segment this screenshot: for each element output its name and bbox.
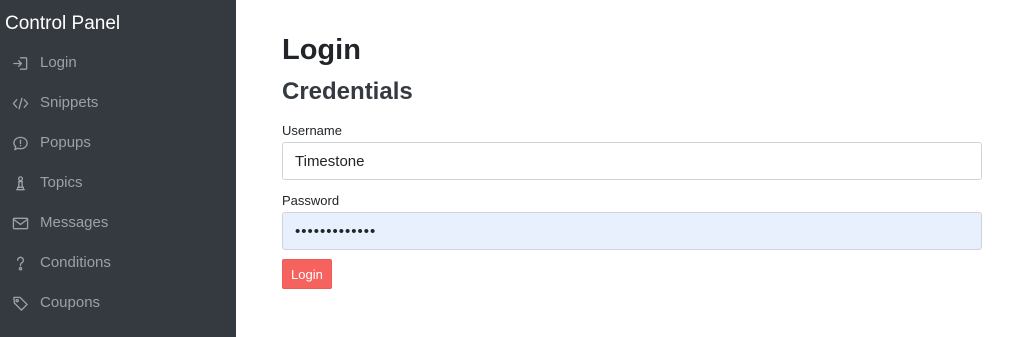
- code-icon: [11, 94, 29, 112]
- section-title: Credentials: [282, 78, 413, 105]
- page-title: Login: [282, 34, 361, 66]
- main-content: Login Credentials Username Password Logi…: [236, 0, 1012, 337]
- sidebar: Control Panel Login Snippets Popups Topi…: [0, 0, 236, 337]
- password-group: Password: [282, 193, 982, 250]
- login-button[interactable]: Login: [282, 259, 332, 289]
- login-form: Username Password Login: [282, 123, 982, 289]
- sidebar-item-label: Coupons: [40, 294, 101, 311]
- sidebar-item-popups[interactable]: Popups: [0, 123, 236, 163]
- password-label: Password: [282, 193, 340, 208]
- sidebar-item-label: Popups: [40, 134, 91, 151]
- brand-title: Control Panel: [5, 13, 121, 34]
- sidebar-item-snippets[interactable]: Snippets: [0, 83, 236, 123]
- sidebar-item-topics[interactable]: Topics: [0, 163, 236, 203]
- envelope-icon: [11, 214, 29, 232]
- sidebar-item-label: Messages: [40, 214, 109, 231]
- username-label: Username: [282, 123, 342, 138]
- sign-in-icon: [11, 54, 29, 72]
- chess-pawn-icon: [11, 174, 29, 192]
- sidebar-nav: Login Snippets Popups Topics Messages Co…: [0, 43, 236, 323]
- question-icon: [11, 254, 29, 272]
- username-field[interactable]: [282, 142, 982, 180]
- username-group: Username: [282, 123, 982, 180]
- sidebar-item-label: Topics: [40, 174, 83, 191]
- comment-alert-icon: [11, 134, 29, 152]
- sidebar-item-messages[interactable]: Messages: [0, 203, 236, 243]
- app-root: Control Panel Login Snippets Popups Topi…: [0, 0, 1012, 337]
- sidebar-item-conditions[interactable]: Conditions: [0, 243, 236, 283]
- sidebar-item-label: Snippets: [40, 94, 99, 111]
- sidebar-item-label: Conditions: [40, 254, 111, 271]
- sidebar-item-coupons[interactable]: Coupons: [0, 283, 236, 323]
- sidebar-item-label: Login: [40, 54, 77, 71]
- sidebar-item-login[interactable]: Login: [0, 43, 236, 83]
- tag-icon: [11, 294, 29, 312]
- password-field[interactable]: [282, 212, 982, 250]
